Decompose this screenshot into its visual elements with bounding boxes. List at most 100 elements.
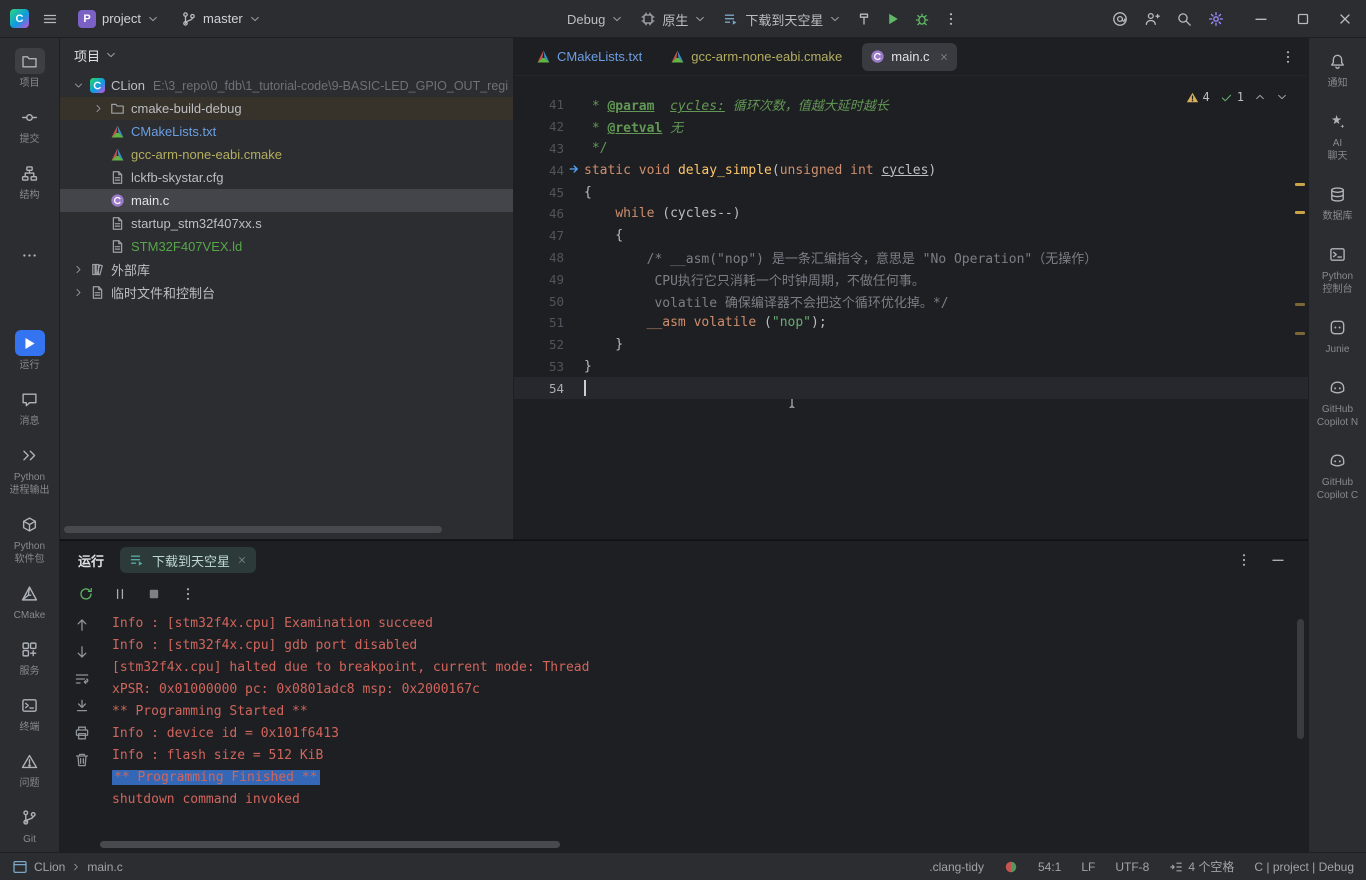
rerun-icon[interactable] bbox=[78, 586, 94, 602]
minimize-button[interactable] bbox=[1240, 0, 1282, 38]
tree-item-startup_stm32f407xx.s[interactable]: startup_stm32f407xx.s bbox=[60, 212, 513, 235]
tree-item-STM32F407VEX.ld[interactable]: STM32F407VEX.ld bbox=[60, 235, 513, 258]
tool-button-junie[interactable]: Junie bbox=[1309, 314, 1366, 356]
tool-button-more-tools[interactable] bbox=[0, 242, 59, 268]
tool-button-terminal[interactable]: 终端 bbox=[0, 692, 59, 734]
tree-item-lckfb-skystar.cfg[interactable]: lckfb-skystar.cfg bbox=[60, 166, 513, 189]
tool-button-notifications[interactable]: 通知 bbox=[1309, 48, 1366, 90]
project-selector[interactable]: P project bbox=[71, 6, 166, 32]
close-button[interactable] bbox=[1324, 0, 1366, 38]
code-with-me-icon[interactable] bbox=[1144, 11, 1160, 27]
branch-selector[interactable]: master bbox=[174, 6, 268, 32]
ai-assistant-icon[interactable] bbox=[1112, 11, 1128, 27]
more-actions-icon[interactable] bbox=[938, 6, 964, 32]
line-number[interactable]: 43 bbox=[514, 141, 564, 156]
main-menu-icon[interactable] bbox=[37, 6, 63, 32]
tree-item-外部库[interactable]: 外部库 bbox=[60, 258, 513, 281]
statusbar-breadcrumb[interactable]: CLion main.c bbox=[12, 859, 123, 875]
tool-button-services[interactable]: 服务 bbox=[0, 636, 59, 678]
context-widget[interactable]: C | project | Debug bbox=[1254, 860, 1354, 874]
horizont al-scrollbar-thumb[interactable] bbox=[64, 526, 442, 533]
more-icon[interactable] bbox=[180, 586, 196, 602]
run-config-selector[interactable]: 下载到天空星 bbox=[716, 6, 848, 32]
maximize-button[interactable] bbox=[1282, 0, 1324, 38]
tree-item-CLion[interactable]: CLionE:\3_repo\0_fdb\1_tutorial-code\9-B… bbox=[60, 74, 513, 97]
tree-item-main.c[interactable]: main.c bbox=[60, 189, 513, 212]
line-number[interactable]: 45 bbox=[514, 185, 564, 200]
print-icon[interactable] bbox=[74, 725, 90, 741]
tool-button-messages[interactable]: 消息 bbox=[0, 386, 59, 428]
breadcrumb-file[interactable]: main.c bbox=[87, 860, 122, 874]
tool-button-cmake[interactable]: CMake bbox=[0, 580, 59, 622]
tool-button-database[interactable]: 数据库 bbox=[1309, 181, 1366, 223]
encoding-widget[interactable]: UTF-8 bbox=[1115, 860, 1149, 874]
editor-tab-main.c[interactable]: main.c bbox=[862, 43, 956, 71]
line-number[interactable]: 46 bbox=[514, 206, 564, 221]
clear-all-icon[interactable] bbox=[74, 752, 90, 768]
line-number[interactable]: 53 bbox=[514, 359, 564, 374]
line-number[interactable]: 51 bbox=[514, 315, 564, 330]
soft-wrap-icon[interactable] bbox=[74, 671, 90, 687]
console-vscrollbar-thumb[interactable] bbox=[1297, 619, 1304, 739]
line-separator-widget[interactable]: LF bbox=[1081, 860, 1095, 874]
caret-position-widget[interactable]: 54:1 bbox=[1038, 860, 1061, 874]
tool-button-python-packages[interactable]: Python 软件包 bbox=[0, 511, 59, 566]
build-type-selector[interactable]: Debug bbox=[560, 6, 630, 32]
pause-output-icon[interactable] bbox=[112, 586, 128, 602]
inspections-status-icon[interactable] bbox=[1004, 860, 1018, 874]
debug-button-icon[interactable] bbox=[909, 6, 935, 32]
tool-button-github-copilot-2[interactable]: GitHub Copilot C bbox=[1309, 447, 1366, 502]
breadcrumb-app[interactable]: CLion bbox=[34, 860, 65, 874]
code-area[interactable]: 4 1 41 * @param cycles: 循环次数，值越大延时越长42 *… bbox=[514, 76, 1308, 539]
stop-icon[interactable] bbox=[146, 586, 162, 602]
tool-button-python-output[interactable]: Python 进程输出 bbox=[0, 442, 59, 497]
search-icon[interactable] bbox=[1176, 11, 1192, 27]
run-tab[interactable]: 下载到天空星 bbox=[120, 547, 256, 573]
scroll-up-icon[interactable] bbox=[74, 617, 90, 633]
editor-tab-CMakeLists.txt[interactable]: CMakeLists.txt bbox=[528, 43, 650, 71]
project-panel-header[interactable]: 项目 bbox=[60, 38, 513, 72]
panel-options-icon[interactable] bbox=[1236, 552, 1252, 568]
console-output[interactable]: Info : [stm32f4x.cpu] Examination succee… bbox=[104, 609, 1308, 852]
line-number[interactable]: 41 bbox=[514, 97, 564, 112]
run-button-icon[interactable] bbox=[880, 6, 906, 32]
line-number[interactable]: 42 bbox=[514, 119, 564, 134]
line-number[interactable]: 44 bbox=[514, 163, 564, 178]
scroll-to-end-icon[interactable] bbox=[74, 698, 90, 714]
tool-button-git[interactable]: Git bbox=[0, 804, 59, 846]
line-number[interactable]: 48 bbox=[514, 250, 564, 265]
build-icon[interactable] bbox=[851, 6, 877, 32]
warning-stripe-mark[interactable] bbox=[1295, 211, 1305, 214]
tree-item-gcc-arm-none-eabi.cmake[interactable]: gcc-arm-none-eabi.cmake bbox=[60, 143, 513, 166]
editor-tab-gcc-arm-none-eabi.cmake[interactable]: gcc-arm-none-eabi.cmake bbox=[662, 43, 850, 71]
tree-item-cmake-build-debug[interactable]: cmake-build-debug bbox=[60, 97, 513, 120]
hide-panel-icon[interactable] bbox=[1270, 552, 1286, 568]
tool-button-project[interactable]: 项目 bbox=[0, 48, 59, 90]
console-hscrollbar-thumb[interactable] bbox=[100, 841, 560, 848]
tab-options-icon[interactable] bbox=[1280, 49, 1296, 65]
warning-stripe-mark[interactable] bbox=[1295, 303, 1305, 306]
tree-item-临时文件和控制台[interactable]: 临时文件和控制台 bbox=[60, 281, 513, 304]
scroll-down-icon[interactable] bbox=[74, 644, 90, 660]
close-tab-icon[interactable] bbox=[939, 52, 949, 62]
line-number[interactable]: 47 bbox=[514, 228, 564, 243]
tool-button-problems[interactable]: 问题 bbox=[0, 748, 59, 790]
warning-stripe-mark[interactable] bbox=[1295, 183, 1305, 186]
line-number[interactable]: 54 bbox=[514, 381, 564, 396]
close-tab-icon[interactable] bbox=[237, 555, 247, 565]
tool-button-python-console[interactable]: Python 控制台 bbox=[1309, 241, 1366, 296]
tool-button-commit[interactable]: 提交 bbox=[0, 104, 59, 146]
line-number[interactable]: 50 bbox=[514, 294, 564, 309]
warning-stripe-mark[interactable] bbox=[1295, 332, 1305, 335]
indent-widget[interactable]: 4 个空格 bbox=[1169, 858, 1234, 875]
target-device-selector[interactable]: 原生 bbox=[633, 6, 713, 32]
line-number[interactable]: 52 bbox=[514, 337, 564, 352]
tool-button-ai-chat[interactable]: AI 聊天 bbox=[1309, 108, 1366, 163]
tool-button-github-copilot-1[interactable]: GitHub Copilot N bbox=[1309, 374, 1366, 429]
clang-tidy-widget[interactable]: .clang-tidy bbox=[929, 860, 984, 874]
settings-gear-icon[interactable] bbox=[1208, 11, 1224, 27]
tool-button-structure[interactable]: 结构 bbox=[0, 160, 59, 202]
tree-item-CMakeLists.txt[interactable]: CMakeLists.txt bbox=[60, 120, 513, 143]
line-number[interactable]: 49 bbox=[514, 272, 564, 287]
tool-button-run[interactable]: 运行 bbox=[0, 330, 59, 372]
